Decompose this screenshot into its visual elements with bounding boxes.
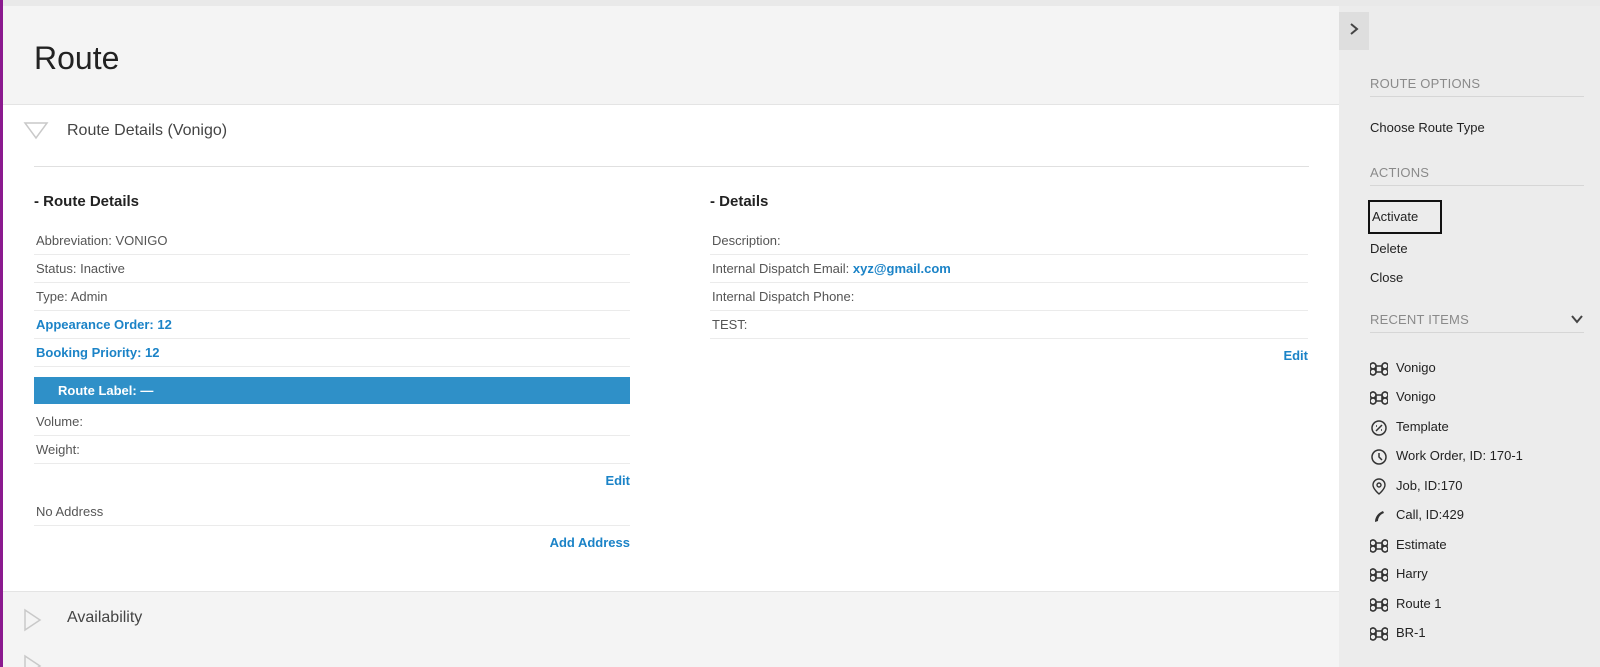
route-details-title: - Route Details <box>34 193 140 210</box>
route-details-column: - Route Details Abbreviation: VONIGO Sta… <box>34 191 630 560</box>
actions-heading: ACTIONS <box>1370 161 1584 186</box>
command-icon <box>1370 626 1388 641</box>
booking-priority-link[interactable]: Booking Priority: 12 <box>34 339 630 367</box>
recent-item-label: Job, ID:170 <box>1396 478 1463 493</box>
volume-field: Volume: <box>34 408 630 436</box>
recent-item[interactable]: BR-1 <box>1370 622 1426 644</box>
type-field: Type: Admin <box>34 283 630 311</box>
choose-route-type-link[interactable]: Choose Route Type <box>1370 117 1485 139</box>
right-sidebar: ROUTE OPTIONS Choose Route Type ACTIONS … <box>1339 6 1600 667</box>
recent-item-label: Work Order, ID: 170-1 <box>1396 448 1523 463</box>
recent-item[interactable]: Vonigo <box>1370 357 1436 379</box>
recent-item-label: Route 1 <box>1396 596 1442 611</box>
recent-items-label: RECENT ITEMS <box>1370 312 1469 327</box>
location-pin-icon <box>1372 477 1386 495</box>
recent-item[interactable]: Template <box>1370 416 1449 438</box>
clock-icon <box>1371 448 1387 465</box>
command-icon <box>1370 361 1388 376</box>
command-icon <box>1370 567 1388 582</box>
test-field: TEST: <box>710 311 1308 339</box>
description-field: Description: <box>710 227 1308 255</box>
edit-route-details-link[interactable]: Edit <box>34 464 630 498</box>
weight-field: Weight: <box>34 436 630 464</box>
recent-item[interactable]: Route 1 <box>1370 593 1442 615</box>
dispatch-email-link[interactable]: xyz@gmail.com <box>853 261 951 276</box>
section-title: Route Details (Vonigo) <box>67 122 228 139</box>
section-next-header[interactable] <box>3 646 1339 667</box>
recent-item-label: Harry <box>1396 566 1428 581</box>
close-button[interactable]: Close <box>1370 267 1403 289</box>
main-panel: Route Route Details (Vonigo) - Route Det… <box>3 6 1339 667</box>
no-address-text: No Address <box>34 498 630 526</box>
recent-item-label: Vonigo <box>1396 360 1436 375</box>
appearance-order-link[interactable]: Appearance Order: 12 <box>34 311 630 339</box>
edit-details-link[interactable]: Edit <box>710 339 1308 373</box>
route-options-heading: ROUTE OPTIONS <box>1370 72 1584 97</box>
section-route-details-header[interactable]: Route Details (Vonigo) <box>3 105 1339 157</box>
triangle-right-icon <box>24 654 42 667</box>
dispatch-email-field: Internal Dispatch Email: xyz@gmail.com <box>710 255 1308 283</box>
command-icon <box>1370 597 1388 612</box>
chevron-right-icon <box>1350 23 1359 35</box>
divider <box>34 166 1309 167</box>
phone-icon <box>1375 510 1384 522</box>
dispatch-phone-field: Internal Dispatch Phone: <box>710 283 1308 311</box>
triangle-right-icon <box>24 608 42 632</box>
add-address-link[interactable]: Add Address <box>34 526 630 560</box>
recent-items-heading[interactable]: RECENT ITEMS <box>1370 308 1584 333</box>
section-availability-header[interactable]: Availability <box>3 591 1339 647</box>
page-header: Route <box>3 6 1339 105</box>
activate-button[interactable]: Activate <box>1368 200 1443 234</box>
page-title: Route <box>34 40 120 76</box>
abbreviation-field: Abbreviation: VONIGO <box>34 227 630 255</box>
command-icon <box>1370 538 1388 553</box>
triangle-down-icon <box>23 122 49 140</box>
section-title: Availability <box>67 609 143 626</box>
collapse-sidebar-button[interactable] <box>1339 12 1369 50</box>
dispatch-email-label: Internal Dispatch Email: <box>712 261 853 276</box>
status-field: Status: Inactive <box>34 255 630 283</box>
delete-button[interactable]: Delete <box>1370 238 1408 260</box>
recent-item-label: BR-1 <box>1396 625 1426 640</box>
recent-item[interactable]: Estimate <box>1370 534 1447 556</box>
template-icon <box>1371 419 1387 436</box>
recent-item[interactable]: Vonigo <box>1370 386 1436 408</box>
recent-item-label: Template <box>1396 419 1449 434</box>
recent-item-label: Call, ID:429 <box>1396 507 1464 522</box>
command-icon <box>1370 390 1388 405</box>
recent-item-label: Vonigo <box>1396 389 1436 404</box>
recent-item[interactable]: Work Order, ID: 170-1 <box>1370 445 1523 467</box>
recent-item[interactable]: Call, ID:429 <box>1370 504 1464 526</box>
recent-item-label: Estimate <box>1396 537 1447 552</box>
route-label-bar: Route Label: — <box>34 377 630 404</box>
recent-item[interactable]: Job, ID:170 <box>1370 475 1463 497</box>
details-title: - Details <box>710 193 769 210</box>
recent-item[interactable]: Harry <box>1370 563 1428 585</box>
chevron-down-icon[interactable] <box>1570 312 1584 326</box>
details-column: - Details Description: Internal Dispatch… <box>710 191 1308 373</box>
